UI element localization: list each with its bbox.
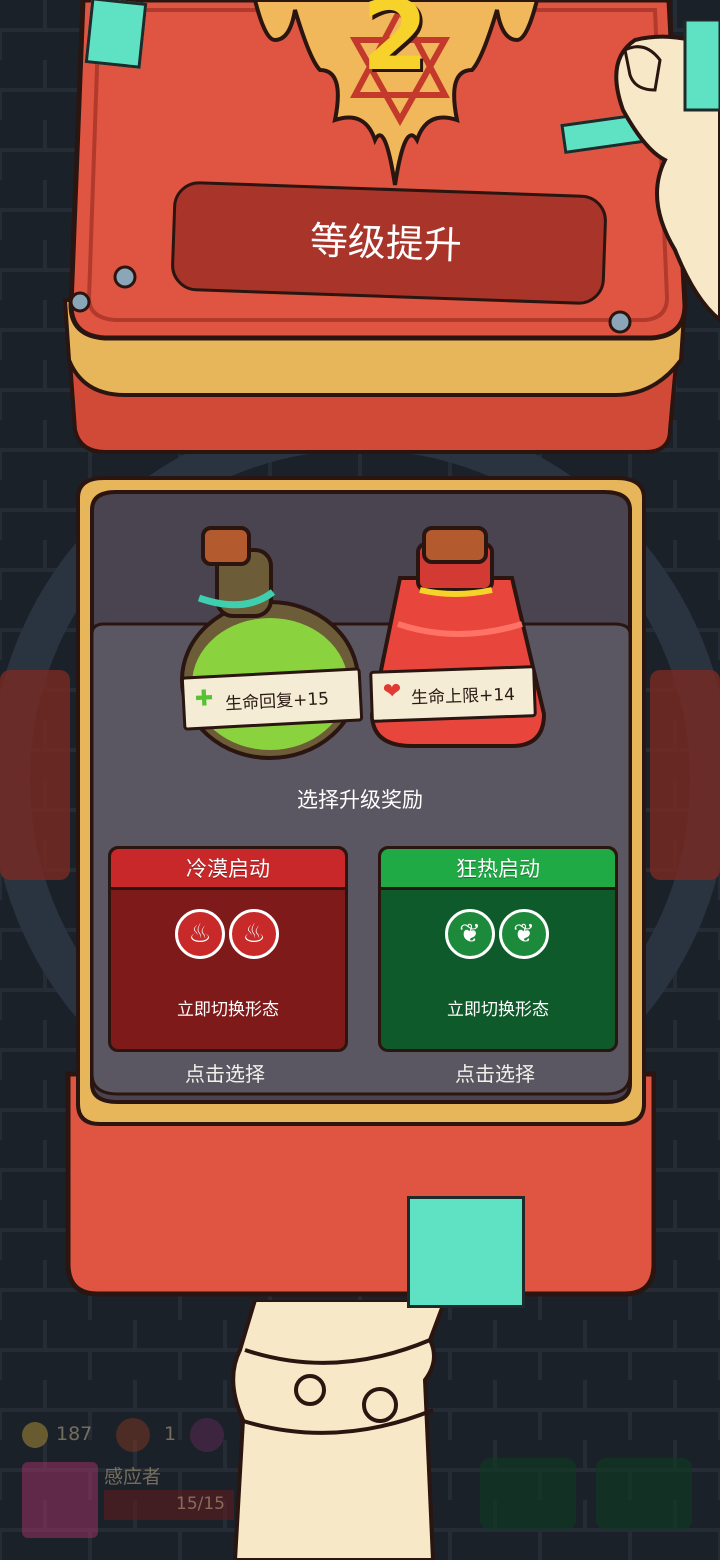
flame-icon: ♨ bbox=[175, 909, 225, 959]
hand-bottom bbox=[231, 1300, 448, 1560]
card-description: 立即切换形态 bbox=[447, 1000, 549, 1020]
card-title: 狂热启动 bbox=[456, 857, 540, 881]
relic-icon[interactable] bbox=[116, 1418, 150, 1452]
tape-strip bbox=[407, 1196, 525, 1308]
leaf-icon: ❦ bbox=[499, 909, 549, 959]
cards-button[interactable] bbox=[596, 1458, 692, 1530]
fever-start-card[interactable]: 狂热启动 ❦ ❦ 立即切换形态 bbox=[378, 846, 618, 1052]
card-description: 立即切换形态 bbox=[177, 1000, 279, 1020]
cold-start-select-button[interactable]: 点击选择 bbox=[108, 1058, 342, 1087]
card-title: 冷漠启动 bbox=[186, 857, 270, 881]
leaf-icon: ❦ bbox=[445, 909, 495, 959]
gold-count: 187 bbox=[56, 1423, 93, 1445]
reward-prompt: 选择升级奖励 bbox=[297, 788, 423, 812]
green-cross-icon: ✚ bbox=[194, 686, 214, 713]
reward-hp-regen-text: 生命回复+15 bbox=[224, 689, 330, 715]
character-name: 感应者 bbox=[104, 1466, 162, 1488]
relic-icon[interactable] bbox=[190, 1418, 224, 1452]
red-heart-icon: ❤ bbox=[382, 678, 402, 705]
reward-label-hp-regen: ✚ 生命回复+15 bbox=[180, 667, 364, 731]
hand-top bbox=[614, 20, 720, 323]
reward-max-hp-text: 生命上限+14 bbox=[410, 684, 516, 709]
avatar[interactable] bbox=[22, 1462, 98, 1538]
cold-start-card[interactable]: 冷漠启动 ♨ ♨ 立即切换形态 bbox=[108, 846, 348, 1052]
level-number: 2 bbox=[361, 0, 429, 92]
gold-coin-icon bbox=[22, 1422, 48, 1448]
helmet-button[interactable] bbox=[480, 1458, 576, 1530]
relic-count: 1 bbox=[164, 1423, 177, 1445]
flame-icon: ♨ bbox=[229, 909, 279, 959]
fever-start-select-button[interactable]: 点击选择 bbox=[378, 1058, 612, 1087]
level-up-scene: 2 等级提升 ✚ 生命回复+15 ❤ 生命上限+14 选择升级奖励 冷漠启动 ♨… bbox=[0, 0, 720, 1560]
hp-text: 15/15 bbox=[176, 1494, 225, 1514]
reward-label-max-hp: ❤ 生命上限+14 bbox=[369, 665, 537, 723]
tape-strip bbox=[84, 0, 148, 69]
